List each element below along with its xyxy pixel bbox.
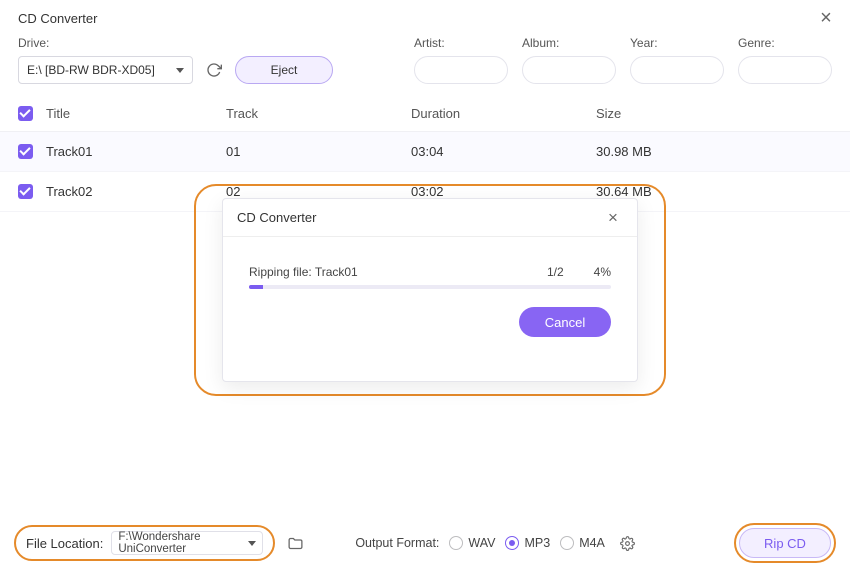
artist-label: Artist:	[414, 36, 508, 50]
format-m4a-label: M4A	[579, 536, 605, 550]
eject-label: Eject	[271, 63, 298, 77]
format-wav-label: WAV	[468, 536, 495, 550]
genre-label: Genre:	[738, 36, 832, 50]
ripping-count: 1/2	[547, 265, 564, 279]
open-folder-icon[interactable]	[285, 533, 305, 553]
dialog-close-icon[interactable]: ×	[603, 209, 623, 226]
window-title: CD Converter	[18, 11, 97, 26]
annotation-highlight: Rip CD	[734, 523, 836, 563]
year-input[interactable]	[630, 56, 724, 84]
album-input[interactable]	[522, 56, 616, 84]
row-checkbox[interactable]	[18, 144, 33, 159]
format-settings-icon[interactable]	[619, 534, 637, 552]
select-all-checkbox[interactable]	[18, 106, 33, 121]
year-label: Year:	[630, 36, 724, 50]
table-header: Title Track Duration Size	[0, 96, 850, 132]
ripping-file-label: Ripping file: Track01	[249, 265, 547, 279]
cell-track: 01	[226, 144, 411, 159]
format-m4a-radio[interactable]: M4A	[560, 536, 605, 550]
file-location-value: F:\Wondershare UniConverter	[118, 531, 240, 555]
progress-dialog: CD Converter × Ripping file: Track01 1/2…	[222, 198, 638, 382]
rip-cd-button[interactable]: Rip CD	[739, 528, 831, 558]
file-location-label: File Location:	[26, 536, 103, 551]
close-icon[interactable]: ×	[816, 8, 836, 28]
cell-duration: 03:04	[411, 144, 596, 159]
format-mp3-label: MP3	[524, 536, 550, 550]
dialog-title: CD Converter	[237, 210, 316, 225]
col-size: Size	[596, 106, 832, 121]
genre-input[interactable]	[738, 56, 832, 84]
output-format-label: Output Format:	[355, 536, 439, 550]
file-location-group: File Location: F:\Wondershare UniConvert…	[14, 525, 275, 561]
drive-label: Drive:	[18, 36, 333, 50]
album-label: Album:	[522, 36, 616, 50]
progress-fill	[249, 285, 263, 289]
rip-cd-label: Rip CD	[764, 536, 806, 551]
format-mp3-radio[interactable]: MP3	[505, 536, 550, 550]
file-location-select[interactable]: F:\Wondershare UniConverter	[111, 531, 263, 555]
ripping-percent: 4%	[594, 265, 611, 279]
cell-size: 30.98 MB	[596, 144, 832, 159]
cell-title: Track02	[46, 184, 226, 199]
artist-input[interactable]	[414, 56, 508, 84]
cancel-button[interactable]: Cancel	[519, 307, 611, 337]
drive-select[interactable]: E:\ [BD-RW BDR-XD05]	[18, 56, 193, 84]
col-duration: Duration	[411, 106, 596, 121]
drive-selected-value: E:\ [BD-RW BDR-XD05]	[27, 63, 155, 77]
format-wav-radio[interactable]: WAV	[449, 536, 495, 550]
table-row[interactable]: Track01 01 03:04 30.98 MB	[0, 132, 850, 172]
col-title: Title	[46, 106, 226, 121]
cell-title: Track01	[46, 144, 226, 159]
eject-button[interactable]: Eject	[235, 56, 333, 84]
progress-bar	[249, 285, 611, 289]
refresh-icon[interactable]	[201, 57, 227, 83]
row-checkbox[interactable]	[18, 184, 33, 199]
col-track: Track	[226, 106, 411, 121]
cancel-label: Cancel	[545, 315, 585, 330]
